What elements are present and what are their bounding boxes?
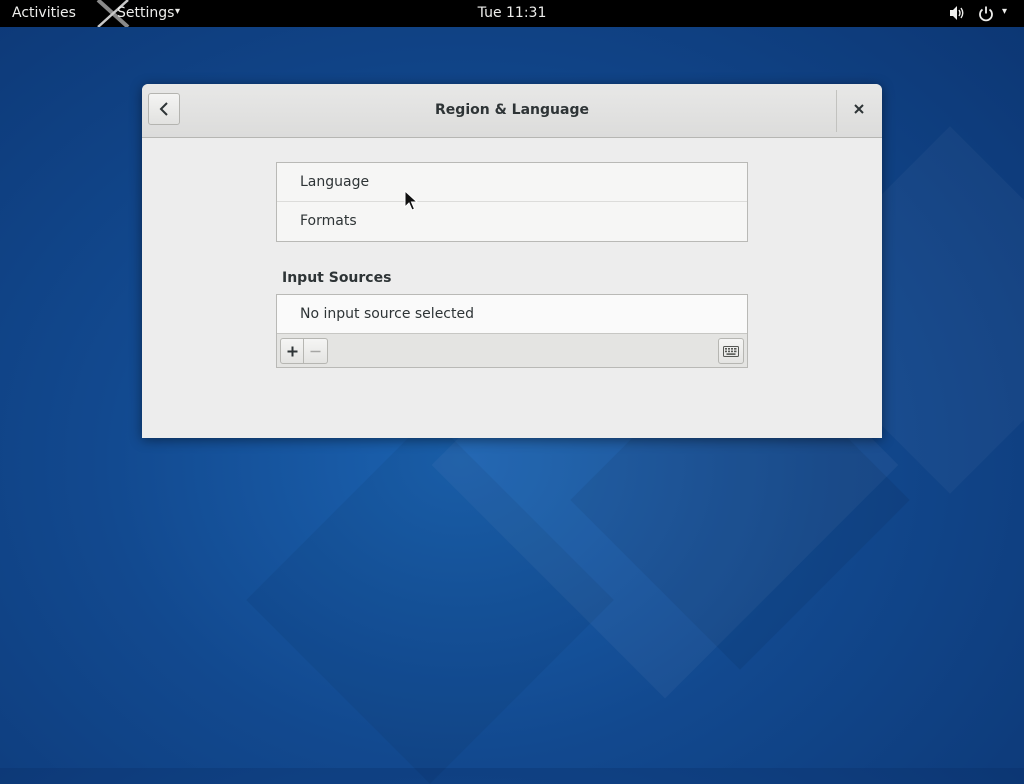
remove-input-source-button[interactable] [304, 338, 328, 364]
input-sources-list: No input source selected [276, 294, 748, 368]
region-language-window: Region & Language Language Formats Input… [142, 84, 882, 438]
keyboard-icon [723, 346, 739, 357]
header-separator [836, 90, 837, 132]
mouse-cursor-icon [404, 190, 418, 211]
language-formats-list: Language Formats [276, 162, 748, 242]
header-bar: Region & Language [142, 84, 882, 138]
keyboard-layout-button[interactable] [718, 338, 744, 364]
app-menu-label: Settings [117, 5, 175, 21]
close-button[interactable] [846, 96, 872, 122]
input-sources-heading: Input Sources [282, 270, 392, 286]
chevron-down-icon: ▾ [175, 6, 181, 17]
top-bar: Activities Settings ▾ Tue 11:31 ▾ [0, 0, 1024, 27]
activities-button[interactable]: Activities [12, 5, 76, 21]
power-icon[interactable] [977, 5, 995, 23]
formats-row[interactable]: Formats [277, 202, 747, 241]
plus-icon [287, 346, 298, 357]
app-menu[interactable]: Settings ▾ [96, 0, 192, 27]
language-row[interactable]: Language [277, 163, 747, 202]
close-icon [854, 104, 864, 114]
system-menu-chevron-down-icon[interactable]: ▾ [1002, 6, 1007, 17]
clock[interactable]: Tue 11:31 [478, 5, 547, 21]
minus-icon [310, 350, 321, 353]
add-input-source-button[interactable] [280, 338, 304, 364]
window-title: Region & Language [435, 102, 589, 118]
volume-icon[interactable] [948, 5, 966, 21]
input-sources-empty-text: No input source selected [277, 295, 747, 334]
